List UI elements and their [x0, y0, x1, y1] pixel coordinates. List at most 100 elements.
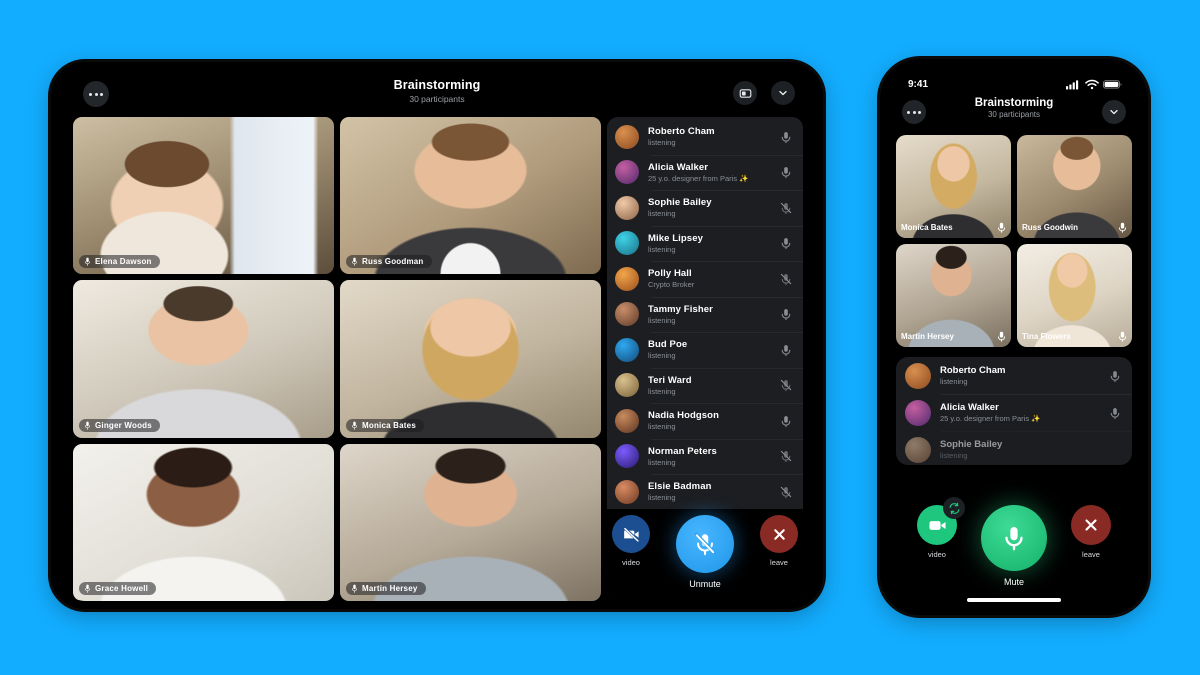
phone-video-tile[interactable]: Monica Bates: [896, 135, 1011, 238]
avatar: [615, 302, 639, 327]
participant-row[interactable]: Polly Hall Crypto Broker: [607, 261, 803, 297]
screen-layout-icon[interactable]: [733, 81, 757, 105]
mic-on-icon: [781, 238, 791, 250]
phone-leave-call-button[interactable]: leave: [1071, 505, 1111, 559]
phone-video-toggle-button[interactable]: video: [917, 497, 965, 559]
camera-off-icon: [622, 526, 640, 542]
phone-tile-name: Monica Bates: [901, 223, 953, 232]
participant-name: Tammy Fisher: [648, 303, 713, 315]
video-tile[interactable]: Russ Goodman: [340, 117, 601, 275]
participant-status: listening: [648, 244, 676, 254]
tablet-body: Elena Dawson Russ Goodman Ginger Woods M…: [59, 117, 815, 601]
participant-status: listening: [648, 493, 676, 503]
phone-participant-status: listening: [940, 451, 968, 460]
mic-muted-icon: [780, 486, 792, 498]
phone-mic-toggle-button[interactable]: Mute: [981, 505, 1047, 587]
phone-participant-name: Roberto Cham: [940, 365, 1006, 376]
phone-participant-row[interactable]: Sophie Bailey listening: [896, 431, 1132, 465]
phone-mic-button-label: Mute: [1003, 577, 1024, 587]
phone-tile-name: Martin Hersey: [901, 332, 954, 341]
tile-name-badge: Grace Howell: [79, 581, 157, 595]
phone-status-bar: 9:41: [886, 65, 1142, 95]
avatar: [615, 373, 639, 398]
status-time: 9:41: [908, 79, 929, 90]
participant-name: Norman Peters: [648, 445, 717, 457]
camera-on-icon: [928, 520, 946, 530]
leave-call-button[interactable]: leave: [760, 515, 798, 567]
leave-button-label: leave: [770, 558, 788, 567]
phone-more-options-button[interactable]: [902, 100, 926, 124]
participant-status: listening: [648, 315, 676, 325]
mic-toggle-button[interactable]: Unmute: [676, 515, 734, 589]
phone-screen: 9:41 Brainstorming 30 participants Monic…: [886, 65, 1142, 609]
phone-tile-name: Russ Goodwin: [1022, 223, 1078, 232]
video-toggle-button[interactable]: video: [612, 515, 650, 567]
mic-button-label: Unmute: [689, 579, 721, 589]
participant-status: Crypto Broker: [648, 280, 695, 290]
participant-row[interactable]: Mike Lipsey listening: [607, 225, 803, 262]
phone-participant-row[interactable]: Roberto Cham listening: [896, 357, 1132, 394]
participant-status: listening: [648, 386, 676, 396]
participants-list[interactable]: Roberto Cham listening Alicia Walker 25 …: [607, 119, 803, 509]
tablet-screen: Brainstorming 30 participants Elena Daws…: [59, 70, 815, 601]
call-title: Brainstorming: [393, 78, 481, 92]
video-tile[interactable]: Elena Dawson: [73, 117, 334, 275]
avatar: [905, 399, 931, 426]
participant-name: Nadia Hodgson: [648, 410, 719, 422]
wifi-icon: [1085, 79, 1099, 90]
mic-on-icon: [781, 167, 791, 179]
phone-tile-name-badge: Monica Bates: [901, 222, 1006, 233]
participant-name: Teri Ward: [648, 374, 692, 386]
video-tile[interactable]: Martin Hersey: [340, 443, 601, 601]
phone-device: 9:41 Brainstorming 30 participants Monic…: [880, 59, 1148, 615]
phone-video-tile[interactable]: Martin Hersey: [896, 244, 1011, 347]
tile-name: Grace Howell: [95, 583, 149, 593]
home-indicator: [967, 598, 1061, 602]
participant-row[interactable]: Alicia Walker 25 y.o. designer from Pari…: [607, 154, 803, 191]
phone-call-controls: video Mute leave: [886, 491, 1142, 609]
participant-name: Roberto Cham: [648, 126, 715, 138]
chevron-down-icon[interactable]: [771, 81, 795, 105]
avatar: [615, 444, 639, 469]
avatar: [615, 337, 639, 362]
participant-row[interactable]: Norman Peters listening: [607, 438, 803, 475]
phone-video-tile[interactable]: Tina Flowers: [1017, 244, 1132, 347]
participant-name: Mike Lipsey: [648, 232, 703, 244]
phone-video-tile[interactable]: Russ Goodwin: [1017, 135, 1132, 238]
tablet-title-block: Brainstorming 30 participants: [59, 78, 815, 104]
avatar: [905, 362, 931, 389]
camera-flip-icon[interactable]: [943, 497, 965, 519]
participant-row[interactable]: Elsie Badman listening: [607, 474, 803, 509]
participant-name: Bud Poe: [648, 339, 688, 351]
participant-status: listening: [648, 209, 676, 219]
participant-status: 25 y.o. designer from Paris ✨: [648, 173, 749, 183]
mic-muted-icon: [694, 532, 716, 556]
participant-row[interactable]: Nadia Hodgson listening: [607, 403, 803, 439]
participant-row[interactable]: Tammy Fisher listening: [607, 296, 803, 333]
tile-name: Russ Goodman: [362, 257, 424, 267]
tile-name-badge: Martin Hersey: [346, 581, 426, 595]
phone-participants-list[interactable]: Roberto Cham listening Alicia Walker 25 …: [896, 357, 1132, 465]
participant-name: Elsie Badman: [648, 481, 712, 493]
participant-row[interactable]: Teri Ward listening: [607, 367, 803, 404]
participant-row[interactable]: Roberto Cham listening: [607, 119, 803, 155]
participants-panel: Roberto Cham listening Alicia Walker 25 …: [607, 117, 803, 601]
tile-name: Elena Dawson: [95, 257, 152, 267]
video-tile[interactable]: Grace Howell: [73, 443, 334, 601]
phone-participant-row[interactable]: Alicia Walker 25 y.o. designer from Pari…: [896, 394, 1132, 431]
mic-on-icon: [781, 344, 791, 356]
video-tile[interactable]: Monica Bates: [340, 280, 601, 438]
phone-tile-name-badge: Russ Goodwin: [1022, 222, 1127, 233]
mic-muted-icon: [780, 380, 792, 392]
tile-name-badge: Ginger Woods: [79, 418, 160, 432]
mic-on-icon: [1110, 370, 1120, 382]
mic-on-icon: [1110, 407, 1120, 419]
phone-participant-name: Sophie Bailey: [940, 439, 1003, 450]
avatar: [615, 195, 639, 220]
participant-row[interactable]: Sophie Bailey listening: [607, 190, 803, 226]
close-icon: [773, 528, 785, 540]
participant-row[interactable]: Bud Poe listening: [607, 332, 803, 368]
video-tile[interactable]: Ginger Woods: [73, 280, 334, 438]
chevron-down-icon[interactable]: [1102, 100, 1126, 124]
mic-on-icon: [1118, 331, 1127, 342]
